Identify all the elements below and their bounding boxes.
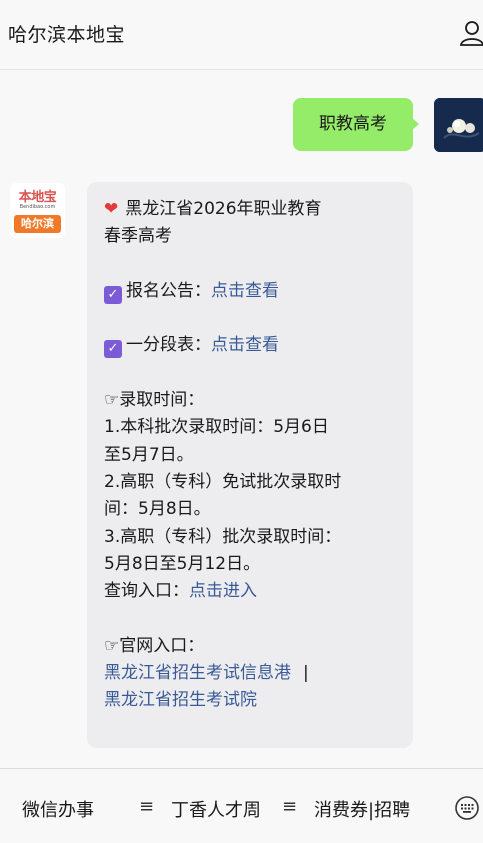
admission-line: 至5月7日。 — [104, 444, 194, 465]
logo-city-badge: 哈尔滨 — [14, 215, 61, 233]
bottom-menu-bar: 微信办事 ≡ 丁香人才周 ≡ 消费券|招聘 — [0, 768, 483, 843]
admission-line: 间：5月8日。 — [104, 499, 211, 520]
checkbox-icon: ✓ — [104, 340, 122, 359]
admission-line: 2.高职（专科）免试批次录取时 — [104, 471, 342, 492]
official-links-row2: 黑龙江省招生考试院 — [104, 687, 399, 714]
admission-line: 3.高职（专科）批次录取时间： — [104, 526, 342, 547]
bot-reply-bubble: ❤ 黑龙江省2026年职业教育 春季高考 ✓ 报名公告：点击查看 ✓ 一分段表：点击查… — [87, 182, 413, 748]
account-title: 哈尔滨本地宝 — [8, 24, 126, 46]
hamburger-icon: ≡ — [282, 796, 298, 817]
official-links-row: 黑龙江省招生考试信息港 | — [104, 660, 399, 687]
score-table-row: ✓ 一分段表：点击查看 — [104, 332, 399, 359]
heart-icon: ❤ — [104, 199, 119, 219]
menu-item-talent-week[interactable]: 丁香人才周 — [171, 796, 261, 822]
bot-avatar[interactable]: 本地宝 Bendibao.com 哈尔滨 — [10, 183, 65, 238]
admission-line: 1.本科批次录取时间：5月6日 — [104, 417, 329, 438]
user-message-bubble: 职教高考 — [293, 98, 419, 151]
admission-heading: ☞录取时间： — [104, 390, 205, 411]
keyboard-icon — [455, 796, 479, 820]
top-bar: 哈尔滨本地宝 — [0, 0, 483, 70]
admission-line: 5月8日至5月12日。 — [104, 553, 261, 574]
logo-brand-text: 本地宝 — [18, 190, 57, 205]
menu-item-coupons-jobs[interactable]: 消费券|招聘 — [314, 796, 410, 822]
official-link-exam-institute[interactable]: 黑龙江省招生考试院 — [104, 690, 257, 710]
keyboard-toggle-button[interactable] — [454, 795, 480, 821]
registration-link[interactable]: 点击查看 — [211, 281, 279, 301]
menu-item-wechat-services[interactable]: 微信办事 — [22, 796, 94, 822]
profile-button[interactable] — [455, 18, 483, 48]
reply-title-line1: ❤ 黑龙江省2026年职业教育 — [104, 199, 322, 219]
registration-row: ✓ 报名公告：点击查看 — [104, 278, 399, 305]
user-avatar[interactable] — [434, 98, 483, 152]
checkbox-icon: ✓ — [104, 285, 122, 304]
link-separator: | — [303, 663, 309, 684]
score-table-link[interactable]: 点击查看 — [211, 335, 279, 355]
official-link-info-port[interactable]: 黑龙江省招生考试信息港 — [104, 663, 291, 683]
logo-url-text: Bendibao.com — [19, 204, 56, 210]
query-link[interactable]: 点击进入 — [189, 581, 257, 601]
hamburger-icon: ≡ — [139, 796, 155, 817]
flower-photo-icon — [434, 98, 483, 152]
reply-title-line2: 春季高考 — [104, 226, 172, 247]
query-row: 查询入口：点击进入 — [104, 581, 257, 602]
person-icon — [459, 21, 483, 46]
official-heading: ☞官网入口： — [104, 635, 205, 656]
